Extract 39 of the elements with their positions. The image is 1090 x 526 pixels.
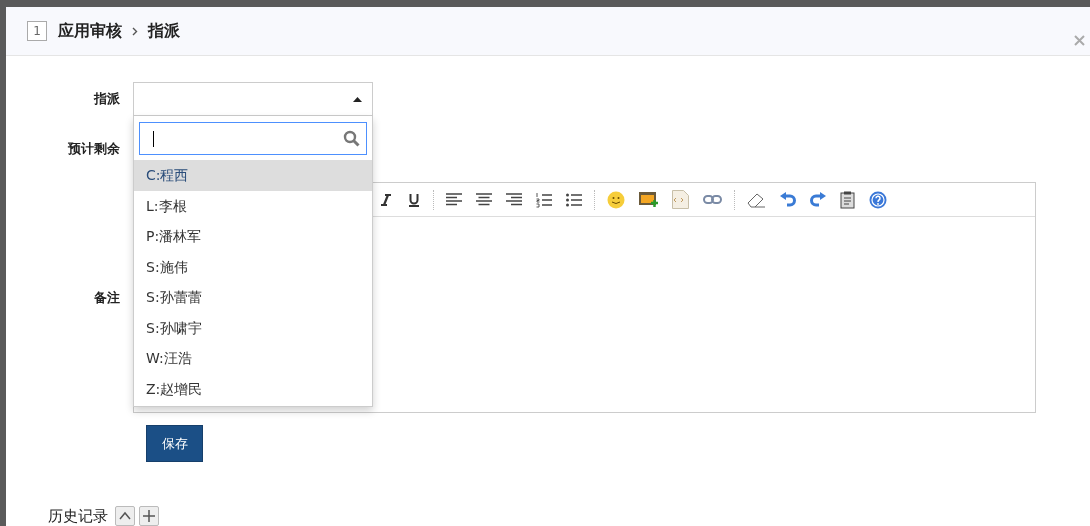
save-button[interactable]: 保存 bbox=[146, 425, 203, 462]
dropdown-option[interactable]: C:程西 bbox=[134, 160, 372, 191]
breadcrumb-item: 应用审核 bbox=[58, 20, 122, 42]
bullet-list-icon[interactable] bbox=[566, 192, 582, 207]
dropdown-option[interactable]: Z:赵增民 bbox=[134, 373, 372, 404]
field-label: 预计剩余 bbox=[67, 140, 121, 158]
eraser-icon[interactable] bbox=[747, 191, 766, 208]
clipboard-icon[interactable] bbox=[840, 190, 855, 209]
code-icon[interactable] bbox=[672, 190, 689, 209]
breadcrumb-item: 指派 bbox=[148, 20, 180, 42]
field-label: 备注 bbox=[93, 288, 121, 307]
search-field[interactable] bbox=[139, 122, 367, 155]
collapse-button[interactable] bbox=[115, 506, 135, 526]
field-label: 指派 bbox=[92, 90, 121, 108]
smiley-icon[interactable] bbox=[607, 190, 625, 209]
dropdown-option[interactable]: W:汪浩 bbox=[134, 343, 372, 374]
expand-button[interactable] bbox=[139, 506, 159, 526]
history-label: 历史记录 bbox=[48, 506, 108, 526]
numbered-list-icon[interactable] bbox=[536, 191, 552, 208]
search-icon bbox=[343, 130, 360, 147]
link-icon[interactable] bbox=[703, 195, 722, 204]
caret-icon bbox=[353, 96, 362, 102]
dropdown-option[interactable]: S:孙啸宇 bbox=[134, 312, 372, 343]
dropdown-option[interactable]: S:施伟 bbox=[134, 251, 372, 282]
plus-icon bbox=[143, 510, 155, 522]
align-left-icon[interactable] bbox=[446, 192, 462, 207]
align-center-icon[interactable] bbox=[476, 192, 492, 207]
step-number: 1 bbox=[27, 21, 47, 41]
chevron-icon bbox=[132, 26, 138, 36]
dropdown-option[interactable]: P:潘林军 bbox=[134, 221, 372, 252]
redo-icon[interactable] bbox=[810, 191, 826, 208]
help-icon[interactable] bbox=[869, 190, 887, 209]
dropdown-option[interactable]: L:李根 bbox=[134, 190, 372, 221]
italic-icon[interactable] bbox=[379, 192, 393, 207]
undo-icon[interactable] bbox=[780, 191, 796, 208]
underline-icon[interactable] bbox=[407, 192, 421, 207]
dropdown-option[interactable]: S:孙蕾蕾 bbox=[134, 282, 372, 313]
insert-image-icon[interactable] bbox=[639, 190, 658, 209]
align-right-icon[interactable] bbox=[506, 192, 522, 207]
